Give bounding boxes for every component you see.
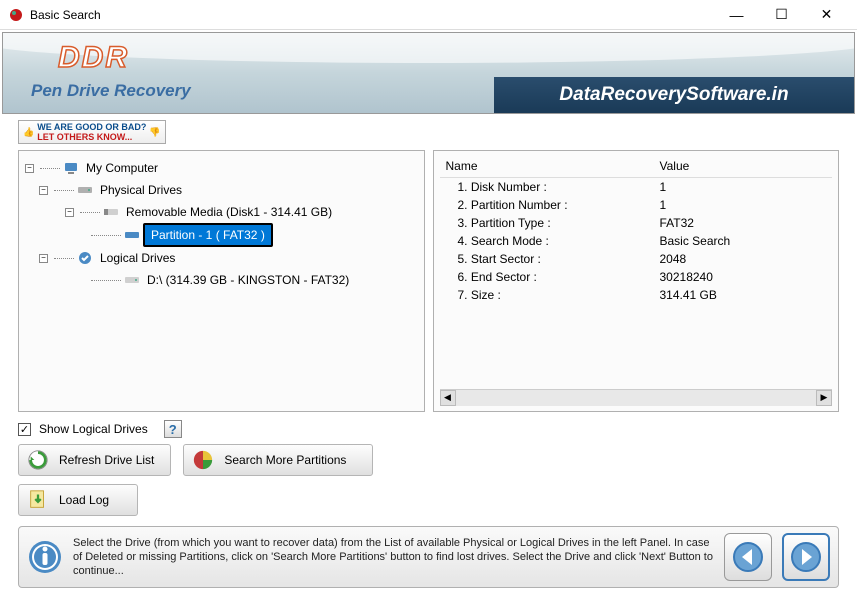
details-row[interactable]: 7. Size :314.41 GB (440, 286, 833, 304)
footer-text: Select the Drive (from which you want to… (73, 536, 714, 578)
thumbs-up-icon: 👍 (23, 127, 34, 138)
details-header: Name Value (440, 157, 833, 178)
tree-label: Logical Drives (96, 247, 179, 269)
load-log-button[interactable]: Load Log (18, 484, 138, 516)
drive-icon (77, 182, 93, 198)
details-row[interactable]: 5. Start Sector :2048 (440, 250, 833, 268)
maximize-button[interactable]: ☐ (759, 0, 804, 30)
detail-name: 1. Disk Number : (440, 178, 660, 196)
detail-name: 4. Search Mode : (440, 232, 660, 250)
scroll-left-icon[interactable]: ◀ (440, 390, 456, 406)
collapse-icon[interactable]: − (39, 186, 48, 195)
detail-name: 3. Partition Type : (440, 214, 660, 232)
col-header-name[interactable]: Name (440, 159, 660, 173)
details-row[interactable]: 4. Search Mode :Basic Search (440, 232, 833, 250)
button-label: Search More Partitions (224, 453, 346, 467)
detail-value: 1 (660, 178, 667, 196)
detail-name: 6. End Sector : (440, 268, 660, 286)
details-row[interactable]: 1. Disk Number :1 (440, 178, 833, 196)
search-more-partitions-button[interactable]: Search More Partitions (183, 444, 373, 476)
refresh-icon (27, 449, 49, 471)
review-line2: LET OTHERS KNOW... (37, 132, 132, 142)
tree-label-selected: Partition - 1 ( FAT32 ) (143, 223, 273, 247)
next-button[interactable] (782, 533, 830, 581)
detail-name: 5. Start Sector : (440, 250, 660, 268)
tree-label: Removable Media (Disk1 - 314.41 GB) (122, 201, 336, 223)
detail-value: 314.41 GB (660, 286, 717, 304)
col-header-value[interactable]: Value (660, 159, 690, 173)
scroll-track[interactable] (456, 390, 817, 406)
minimize-button[interactable]: — (714, 0, 759, 30)
partition-icon (124, 227, 140, 243)
footer-bar: Select the Drive (from which you want to… (18, 526, 839, 588)
window-title: Basic Search (30, 8, 101, 22)
review-button[interactable]: 👍 WE ARE GOOD OR BAD? LET OTHERS KNOW...… (18, 120, 166, 144)
product-name: Pen Drive Recovery (31, 81, 191, 101)
logical-drive-icon (77, 250, 93, 266)
brand-url: DataRecoverySoftware.in (559, 84, 788, 106)
detail-value: 30218240 (660, 268, 713, 286)
button-label: Load Log (59, 493, 109, 507)
info-icon (27, 539, 63, 575)
logo-text: DDR (58, 41, 129, 75)
collapse-icon[interactable]: − (25, 164, 34, 173)
back-arrow-icon (732, 541, 764, 573)
tree-physical-drives[interactable]: − Physical Drives (39, 179, 418, 201)
close-button[interactable]: ✕ (804, 0, 849, 30)
detail-value: FAT32 (660, 214, 694, 232)
details-panel: Name Value 1. Disk Number :12. Partition… (433, 150, 840, 412)
button-label: Refresh Drive List (59, 453, 154, 467)
banner: DDR Pen Drive Recovery DataRecoverySoftw… (2, 32, 855, 114)
tree-label: Physical Drives (96, 179, 186, 201)
refresh-drive-list-button[interactable]: Refresh Drive List (18, 444, 171, 476)
drive-icon (124, 272, 140, 288)
show-logical-checkbox[interactable]: ✓ (18, 423, 31, 436)
thumbs-down-icon: 👎 (149, 127, 160, 138)
detail-value: Basic Search (660, 232, 731, 250)
detail-value: 2048 (660, 250, 687, 268)
tree-label: D:\ (314.39 GB - KINGSTON - FAT32) (143, 269, 353, 291)
details-row[interactable]: 3. Partition Type :FAT32 (440, 214, 833, 232)
collapse-icon[interactable]: − (39, 254, 48, 263)
tree-label: My Computer (82, 157, 162, 179)
detail-name: 2. Partition Number : (440, 196, 660, 214)
detail-name: 7. Size : (440, 286, 660, 304)
usb-drive-icon (103, 204, 119, 220)
pie-chart-icon (192, 449, 214, 471)
drive-tree-panel: − My Computer − Physical Drives − Remova… (18, 150, 425, 412)
horizontal-scrollbar[interactable]: ◀ ▶ (440, 389, 833, 405)
tree-drive-d[interactable]: D:\ (314.39 GB - KINGSTON - FAT32) (91, 269, 418, 291)
tree-removable-media[interactable]: − Removable Media (Disk1 - 314.41 GB) (65, 201, 418, 223)
titlebar: Basic Search — ☐ ✕ (0, 0, 857, 30)
review-line1: WE ARE GOOD OR BAD? (37, 122, 146, 132)
tree-logical-drives[interactable]: − Logical Drives (39, 247, 418, 269)
show-logical-label: Show Logical Drives (39, 422, 148, 436)
app-icon (8, 7, 24, 23)
collapse-icon[interactable]: − (65, 208, 74, 217)
next-arrow-icon (790, 541, 822, 573)
help-button[interactable]: ? (164, 420, 182, 438)
detail-value: 1 (660, 196, 667, 214)
computer-icon (63, 160, 79, 176)
details-row[interactable]: 6. End Sector :30218240 (440, 268, 833, 286)
load-log-icon (27, 489, 49, 511)
tree-my-computer[interactable]: − My Computer (25, 157, 418, 179)
tree-partition-1[interactable]: Partition - 1 ( FAT32 ) (91, 223, 418, 247)
brand-strip: DataRecoverySoftware.in (494, 77, 854, 113)
scroll-right-icon[interactable]: ▶ (816, 390, 832, 406)
back-button[interactable] (724, 533, 772, 581)
details-row[interactable]: 2. Partition Number :1 (440, 196, 833, 214)
